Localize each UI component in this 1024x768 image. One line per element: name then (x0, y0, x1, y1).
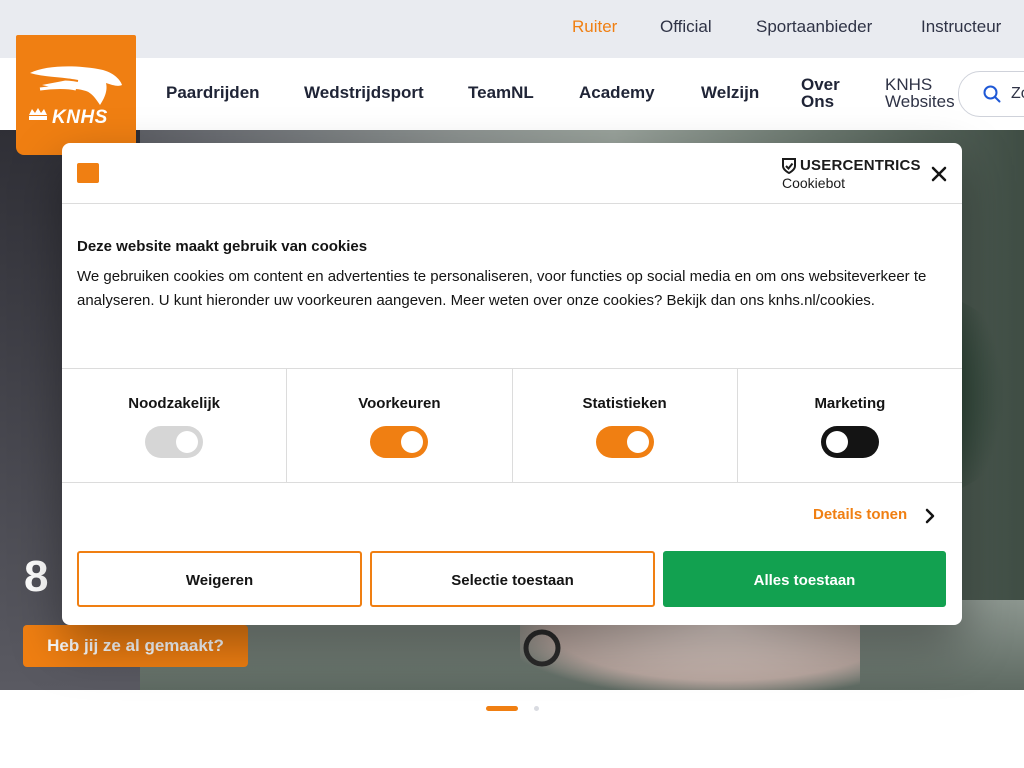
search-placeholder: Zo (1011, 85, 1024, 102)
horse-head-logo-icon (29, 66, 122, 120)
main-navigation: Paardrijden Wedstrijdsport TeamNL Academ… (0, 58, 1024, 130)
allow-all-button[interactable]: Alles toestaan (663, 551, 946, 607)
top-utility-bar: Ruiter Official Sportaanbieder Instructe… (0, 0, 1024, 58)
toggle-knob (176, 431, 199, 453)
dialog-title: Deze website maakt gebruik van cookies (77, 238, 368, 255)
carousel-dot[interactable] (534, 706, 539, 711)
nav-academy[interactable]: Academy (579, 84, 655, 101)
cookie-categories: Noodzakelijk Voorkeuren Statistieken Mar… (62, 368, 962, 483)
dialog-body-text: We gebruiken cookies om content en adver… (77, 268, 927, 309)
hero-cta-button[interactable]: Heb jij ze al gemaakt? (23, 625, 248, 667)
carousel-dot-active[interactable] (486, 706, 518, 711)
search-icon (983, 85, 1001, 103)
category-label: Statistieken (582, 395, 667, 412)
topnav-instructeur[interactable]: Instructeur (921, 17, 1001, 37)
knhs-logo[interactable]: KNHS (16, 35, 136, 155)
toggle-voorkeuren[interactable] (370, 426, 429, 458)
nav-wedstrijdsport[interactable]: Wedstrijdsport (304, 84, 424, 101)
chevron-right-icon[interactable] (924, 508, 936, 524)
reject-button[interactable]: Weigeren (77, 551, 362, 607)
nav-over-ons[interactable]: Over Ons (801, 76, 840, 110)
category-voorkeuren: Voorkeuren (287, 369, 513, 482)
toggle-marketing[interactable] (820, 426, 879, 458)
toggle-noodzakelijk (145, 426, 204, 458)
hero-headline-number: 8 (24, 552, 49, 601)
shield-check-icon (782, 157, 796, 174)
details-link[interactable]: Details tonen (813, 506, 907, 523)
toggle-knob (401, 431, 424, 453)
provider-sub: Cookiebot (782, 175, 846, 191)
search-input[interactable]: Zo (958, 71, 1024, 117)
nav-paardrijden[interactable]: Paardrijden (166, 84, 260, 101)
topnav-sportaanbieder[interactable]: Sportaanbieder (756, 17, 872, 37)
logo-text: KNHS (52, 107, 108, 128)
toggle-statistieken[interactable] (595, 426, 654, 458)
topnav-ruiter[interactable]: Ruiter (572, 17, 617, 37)
cookie-consent-dialog: USERCENTRICS Cookiebot Deze website maak… (62, 143, 962, 625)
dialog-header: USERCENTRICS Cookiebot (62, 143, 962, 204)
category-marketing: Marketing (738, 369, 962, 482)
toggle-knob (626, 431, 649, 453)
topnav-official[interactable]: Official (660, 17, 712, 37)
cookiebot-brand: USERCENTRICS Cookiebot (782, 157, 921, 191)
site-logo-small (77, 163, 99, 183)
close-icon[interactable] (928, 163, 950, 185)
nav-teamnl[interactable]: TeamNL (468, 84, 534, 101)
allow-selection-button[interactable]: Selectie toestaan (370, 551, 655, 607)
nav-welzijn[interactable]: Welzijn (701, 84, 759, 101)
nav-knhs-websites[interactable]: KNHS Websites (885, 76, 955, 110)
category-noodzakelijk: Noodzakelijk (62, 369, 288, 482)
category-label: Voorkeuren (358, 395, 441, 412)
category-statistieken: Statistieken (513, 369, 738, 482)
category-label: Noodzakelijk (128, 395, 220, 412)
provider-brand: USERCENTRICS (800, 157, 921, 174)
nav-knhs-websites-line2: Websites (885, 92, 955, 111)
nav-over-ons-line2: Ons (801, 92, 835, 111)
bridle-ring-icon (523, 629, 561, 667)
category-label: Marketing (814, 395, 886, 412)
toggle-knob (825, 431, 848, 453)
